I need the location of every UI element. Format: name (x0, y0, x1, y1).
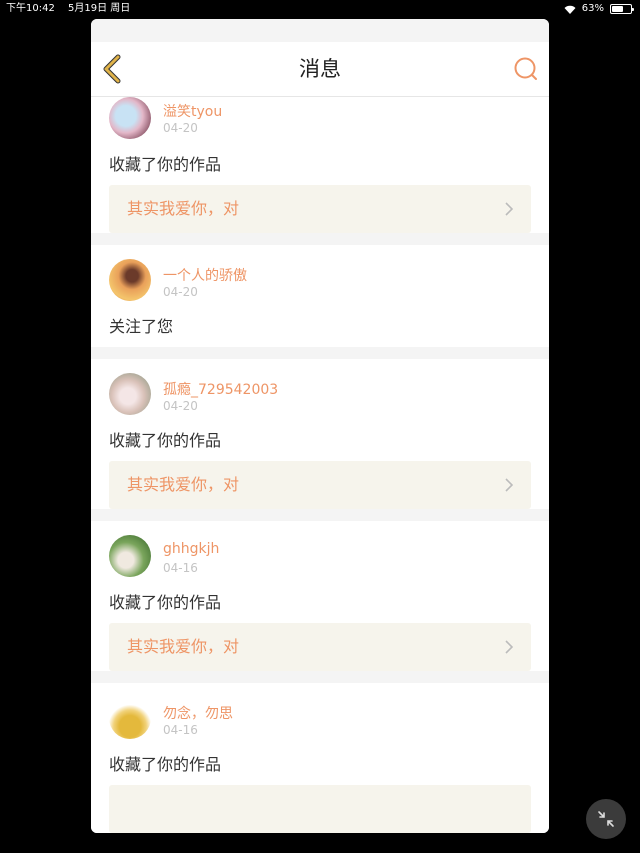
user-name[interactable]: 溢笑tyou (163, 101, 222, 121)
action-text: 收藏了你的作品 (109, 755, 222, 774)
avatar[interactable] (109, 535, 151, 577)
chevron-right-icon (505, 478, 513, 492)
list-item: 一个人的骄傲 04-20 关注了您 (91, 245, 549, 347)
action-text: 收藏了你的作品 (109, 593, 222, 612)
list-item: 勿念，勿思 04-16 收藏了你的作品 (91, 683, 549, 833)
battery-percent: 63% (581, 3, 604, 14)
avatar[interactable] (109, 697, 151, 739)
list-item: 溢笑tyou 04-20 收藏了你的作品 其实我爱你，对 (91, 97, 549, 233)
search-icon (514, 57, 537, 80)
search-button[interactable] (513, 56, 539, 82)
avatar[interactable] (109, 97, 151, 139)
user-name[interactable]: 一个人的骄傲 (163, 265, 247, 285)
message-date: 04-16 (163, 561, 198, 575)
user-name[interactable]: 勿念，勿思 (163, 703, 233, 723)
list-item: 孤瘾_729542003 04-20 收藏了你的作品 其实我爱你，对 (91, 359, 549, 509)
status-date: 5月19日 周日 (68, 3, 131, 14)
minimize-icon (598, 811, 614, 827)
work-link[interactable]: 其实我爱你，对 (109, 185, 531, 233)
work-title: 其实我爱你，对 (127, 637, 240, 656)
message-date: 04-20 (163, 399, 198, 413)
work-link[interactable]: 其实我爱你，对 (109, 623, 531, 671)
message-date: 04-20 (163, 121, 198, 135)
status-bar: 下午10:42 5月19日 周日 63% (0, 0, 640, 18)
message-list: 溢笑tyou 04-20 收藏了你的作品 其实我爱你，对 一个人的骄傲 04-2… (91, 97, 549, 833)
battery-fill (612, 6, 623, 12)
app-window: 消息 溢笑tyou 04-20 收藏了你的作品 其实我爱你，对 一个人的骄傲 0… (91, 19, 549, 833)
list-item: ghhgkjh 04-16 收藏了你的作品 其实我爱你，对 (91, 521, 549, 671)
action-text: 关注了您 (109, 317, 174, 336)
user-name[interactable]: ghhgkjh (163, 541, 219, 557)
work-title: 其实我爱你，对 (127, 199, 240, 218)
avatar[interactable] (109, 373, 151, 415)
status-time: 下午10:42 (6, 3, 55, 14)
wifi-icon (564, 5, 576, 14)
action-text: 收藏了你的作品 (109, 155, 222, 174)
chevron-right-icon (505, 202, 513, 216)
message-date: 04-16 (163, 723, 198, 737)
work-link[interactable] (109, 785, 531, 833)
user-name[interactable]: 孤瘾_729542003 (163, 379, 278, 399)
action-text: 收藏了你的作品 (109, 431, 222, 450)
page-title: 消息 (299, 57, 341, 81)
message-date: 04-20 (163, 285, 198, 299)
work-link[interactable]: 其实我爱你，对 (109, 461, 531, 509)
work-title: 其实我爱你，对 (127, 475, 240, 494)
avatar[interactable] (109, 259, 151, 301)
battery-icon (610, 4, 634, 14)
chevron-right-icon (505, 640, 513, 654)
nav-bar: 消息 (91, 42, 549, 97)
minimize-button[interactable] (586, 799, 626, 839)
